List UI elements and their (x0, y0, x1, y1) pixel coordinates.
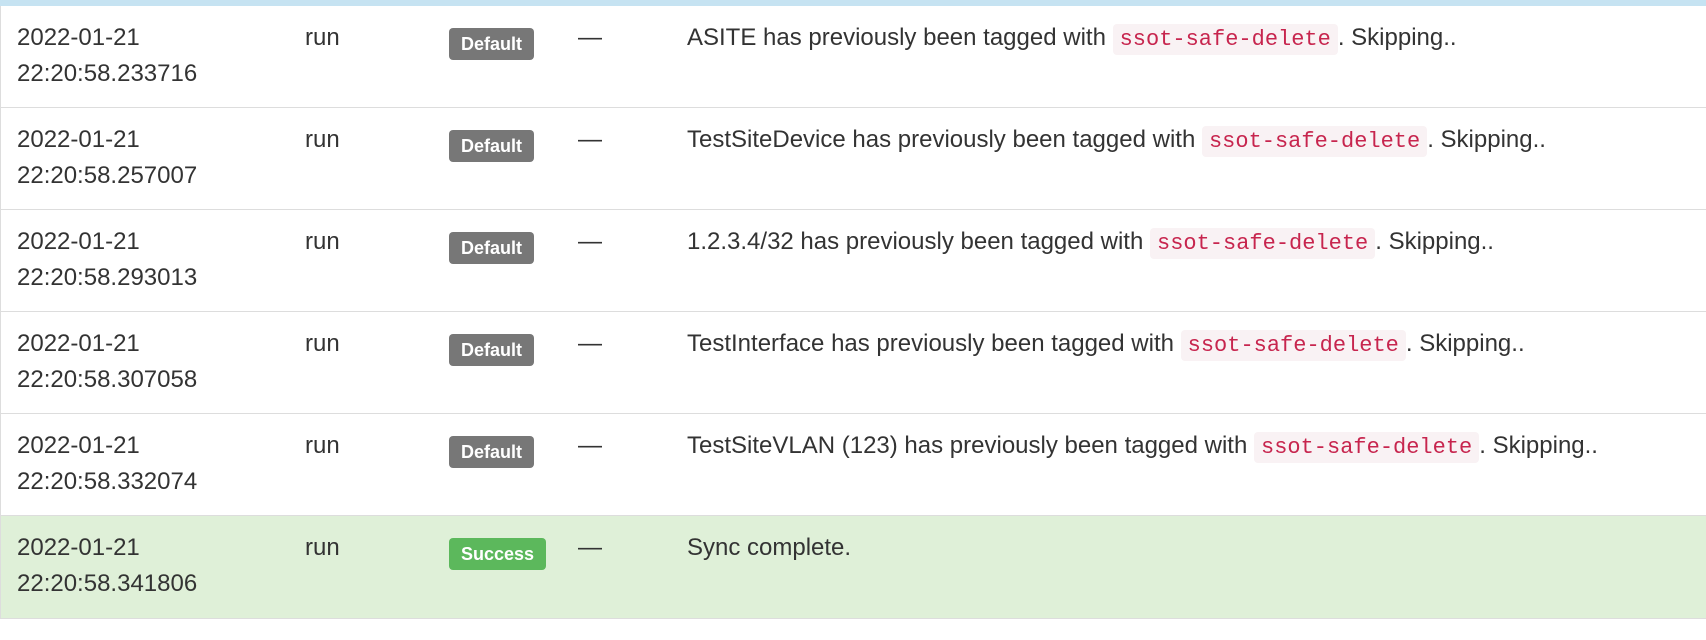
log-timestamp: 2022-01-21 22:20:58.341806 (17, 530, 277, 602)
message-suffix: . Skipping.. (1479, 432, 1598, 459)
log-level: Default (449, 433, 535, 469)
log-message: TestSiteDevice has previously been tagge… (687, 122, 1546, 160)
message-text: TestSiteDevice has previously been tagge… (687, 126, 1196, 153)
log-timestamp: 2022-01-21 22:20:58.293013 (17, 224, 277, 296)
log-object: — (578, 432, 602, 459)
log-message: ASITE has previously been tagged with ss… (687, 20, 1457, 58)
log-level: Default (449, 127, 535, 163)
log-object: — (578, 24, 602, 51)
level-badge: Default (449, 436, 535, 468)
log-object: — (578, 534, 602, 561)
level-badge: Default (449, 28, 535, 60)
message-suffix: . Skipping.. (1427, 126, 1546, 153)
log-level: Default (449, 25, 535, 61)
message-text: 1.2.3.4/32 has previously been tagged wi… (687, 228, 1144, 255)
message-text: TestSiteVLAN (123) has previously been t… (687, 432, 1248, 459)
log-timestamp: 2022-01-21 22:20:58.307058 (17, 326, 277, 398)
level-badge: Default (449, 232, 535, 264)
log-level: Success (449, 535, 547, 571)
table-row: 2022-01-21 22:20:58.293013 run Default —… (1, 210, 1706, 312)
log-message: 1.2.3.4/32 has previously been tagged wi… (687, 224, 1494, 262)
log-date: 2022-01-21 (17, 24, 140, 51)
log-date: 2022-01-21 (17, 432, 140, 459)
log-object: — (578, 330, 602, 357)
log-grouping: run (305, 330, 340, 357)
log-level: Default (449, 229, 535, 265)
message-text: TestInterface has previously been tagged… (687, 330, 1174, 357)
log-date: 2022-01-21 (17, 228, 140, 255)
log-timestamp: 2022-01-21 22:20:58.332074 (17, 428, 277, 500)
level-badge: Default (449, 130, 535, 162)
log-grouping: run (305, 228, 340, 255)
log-message: Sync complete. (687, 530, 851, 566)
log-time: 22:20:58.307058 (17, 366, 198, 393)
log-time: 22:20:58.341806 (17, 570, 198, 597)
table-row: 2022-01-21 22:20:58.341806 run Success —… (1, 516, 1706, 619)
log-time: 22:20:58.257007 (17, 162, 198, 189)
message-text: ASITE has previously been tagged with (687, 24, 1106, 51)
log-message: TestSiteVLAN (123) has previously been t… (687, 428, 1598, 466)
log-time: 22:20:58.293013 (17, 264, 198, 291)
message-code: ssot-safe-delete (1112, 24, 1338, 55)
log-object: — (578, 126, 602, 153)
message-code: ssot-safe-delete (1180, 330, 1406, 361)
log-grouping: run (305, 432, 340, 459)
table-row: 2022-01-21 22:20:58.257007 run Default —… (1, 108, 1706, 210)
message-code: ssot-safe-delete (1201, 126, 1428, 157)
level-badge: Default (449, 334, 535, 366)
message-suffix: . Skipping.. (1405, 330, 1525, 357)
log-message: TestInterface has previously been tagged… (687, 326, 1525, 364)
job-log-table: 2022-01-21 22:20:58.233716 run Default —… (0, 6, 1706, 619)
log-grouping: run (305, 24, 340, 51)
log-level: Default (449, 331, 535, 367)
message-code: ssot-safe-delete (1150, 228, 1376, 259)
message-code: ssot-safe-delete (1254, 432, 1480, 463)
log-date: 2022-01-21 (17, 534, 140, 561)
table-row: 2022-01-21 22:20:58.307058 run Default —… (1, 312, 1706, 414)
message-suffix: . Skipping.. (1375, 228, 1494, 255)
message-text: Sync complete. (687, 534, 852, 561)
level-badge: Success (449, 538, 547, 570)
table-row: 2022-01-21 22:20:58.332074 run Default —… (1, 414, 1706, 516)
log-timestamp: 2022-01-21 22:20:58.233716 (17, 20, 277, 92)
log-grouping: run (305, 126, 340, 153)
log-date: 2022-01-21 (17, 330, 140, 357)
log-object: — (578, 228, 602, 255)
message-suffix: . Skipping.. (1337, 24, 1457, 51)
log-timestamp: 2022-01-21 22:20:58.257007 (17, 122, 277, 194)
log-date: 2022-01-21 (17, 126, 140, 153)
log-time: 22:20:58.233716 (17, 60, 198, 87)
table-row: 2022-01-21 22:20:58.233716 run Default —… (1, 6, 1706, 108)
log-time: 22:20:58.332074 (17, 468, 198, 495)
log-grouping: run (305, 534, 340, 561)
